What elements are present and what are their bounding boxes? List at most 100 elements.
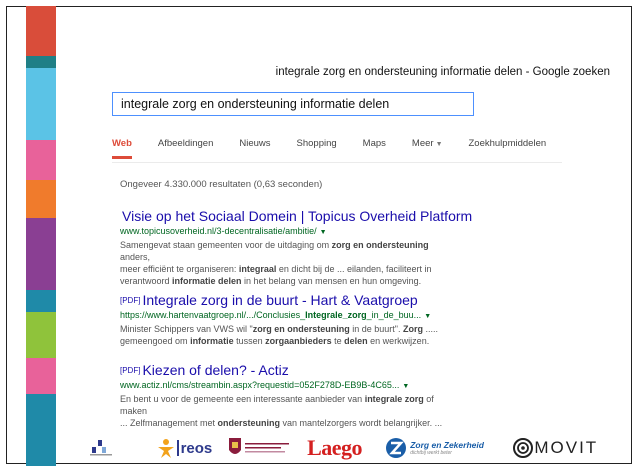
- tab-web[interactable]: Web: [112, 138, 132, 159]
- logo-reos: reos: [155, 437, 223, 459]
- snippet-text: Samengevat staan gemeenten voor de uitda…: [120, 240, 332, 250]
- zz-name: Zorg en Zekerheid: [410, 440, 484, 450]
- search-result-3: [PDF] Kiezen of delen? - Actiz www.actiz.…: [120, 362, 460, 429]
- snippet-line: meer efficiënt te organiseren: integraal…: [120, 263, 460, 275]
- snippet-text: En bent u voor de gemeente een interessa…: [120, 394, 365, 404]
- snippet-highlight: zorgaanbieders: [265, 336, 332, 346]
- tab-afbeeldingen[interactable]: Afbeeldingen: [158, 138, 213, 156]
- color-stripe: [26, 130, 56, 140]
- tab-shopping[interactable]: Shopping: [297, 138, 337, 156]
- snippet-highlight: zorg en ondersteuning: [331, 240, 429, 250]
- movit-name: MOVIT: [534, 438, 599, 457]
- result-count: Ongeveer 4.330.000 resultaten (0,63 seco…: [120, 179, 323, 190]
- search-input[interactable]: [113, 93, 473, 115]
- result-title-link[interactable]: [PDF] Kiezen of delen? - Actiz: [120, 362, 460, 379]
- result-url: www.topicusoverheid.nl/3-decentralisatie…: [120, 225, 460, 239]
- snippet-text: ... Zelfmanagement met: [120, 418, 218, 428]
- color-stripe: [26, 68, 56, 130]
- color-stripe: [26, 290, 56, 312]
- snippet-text: Minister Schippers van VWS wil ": [120, 324, 253, 334]
- result-url-text: https://www.hartenvaatgroep.nl/.../Concl…: [120, 310, 306, 320]
- result-url: https://www.hartenvaatgroep.nl/.../Concl…: [120, 309, 460, 323]
- result-snippet: En bent u voor de gemeente een interessa…: [120, 393, 460, 429]
- snippet-line: Minister Schippers van VWS wil "zorg en …: [120, 323, 460, 335]
- tab-meer[interactable]: Meer ▼: [412, 138, 443, 156]
- url-dropdown-icon[interactable]: ▼: [320, 229, 327, 236]
- reos-name: reos: [180, 439, 213, 457]
- logo-movit: MOVIT: [512, 437, 610, 459]
- search-box[interactable]: [112, 92, 474, 116]
- result-url-text: www.actiz.nl/cms/streambin.aspx?requesti…: [120, 380, 400, 390]
- snippet-line: gemeengoed om informatie tussen zorgaanb…: [120, 335, 460, 347]
- result-title-link[interactable]: [PDF] Integrale zorg in de buurt - Hart &…: [120, 292, 460, 309]
- snippet-text: en dicht bij de ... eilanden, faciliteer…: [276, 264, 432, 274]
- building-icon: [90, 440, 112, 456]
- snippet-line: En bent u voor de gemeente een interessa…: [120, 393, 460, 417]
- reos-bar: [176, 440, 179, 456]
- tab-maps[interactable]: Maps: [363, 138, 386, 156]
- tab-meer-label: Meer: [411, 138, 434, 149]
- result-url-bold: Integrale_zorg: [305, 310, 367, 320]
- snippet-highlight: integrale zorg: [364, 394, 424, 404]
- snippet-highlight: informatie: [190, 336, 234, 346]
- search-result-2: [PDF] Integrale zorg in de buurt - Hart &…: [120, 292, 460, 347]
- shield-logo-icon: [228, 438, 289, 454]
- pdf-badge: [PDF]: [120, 366, 141, 375]
- result-url: www.actiz.nl/cms/streambin.aspx?requesti…: [120, 379, 460, 393]
- snippet-text: anders,: [120, 252, 151, 262]
- snippet-highlight: informatie delen: [172, 276, 242, 286]
- result-title-link[interactable]: Visie op het Sociaal Domein | Topicus Ov…: [120, 208, 472, 225]
- snippet-highlight: Zorg: [402, 324, 423, 334]
- snippet-text: tussen: [233, 336, 266, 346]
- result-snippet: Minister Schippers van VWS wil "zorg en …: [120, 323, 460, 347]
- logo-3: [227, 436, 303, 460]
- snippet-text: te: [331, 336, 345, 346]
- result-url-text: www.topicusoverheid.nl/3-decentralisatie…: [120, 226, 317, 236]
- url-dropdown-icon[interactable]: ▼: [424, 313, 431, 320]
- logo-laego: Laego: [307, 435, 383, 461]
- snippet-text: verantwoord: [120, 276, 173, 286]
- color-stripes: [26, 6, 56, 466]
- snippet-text: van mantelzorgers wordt belangrijker. ..…: [280, 418, 443, 428]
- result-snippet: Samengevat staan gemeenten voor de uitda…: [120, 239, 460, 287]
- snippet-line: Samengevat staan gemeenten voor de uitda…: [120, 239, 460, 263]
- snippet-line: verantwoord informatie delen in het bela…: [120, 275, 460, 287]
- color-stripe: [26, 312, 56, 358]
- color-stripe: [26, 140, 56, 180]
- snippet-highlight: delen: [344, 336, 368, 346]
- logo-zorg-en-zekerheid: Zorg en Zekerheid dichtbij werkt beter: [385, 437, 504, 459]
- search-result-1: Visie op het Sociaal Domein | Topicus Ov…: [120, 208, 472, 287]
- color-stripe: [26, 394, 56, 466]
- tab-zoekhulpmiddelen[interactable]: Zoekhulpmiddelen: [469, 138, 547, 156]
- snippet-text: in de buurt".: [349, 324, 403, 334]
- color-stripe: [26, 218, 56, 290]
- tab-nieuws[interactable]: Nieuws: [239, 138, 270, 156]
- snippet-highlight: ondersteuning: [217, 418, 281, 428]
- search-tabs: Web Afbeeldingen Nieuws Shopping Maps Me…: [112, 138, 562, 163]
- snippet-text: in het belang van mensen en hun omgeving…: [241, 276, 422, 286]
- color-stripe: [26, 180, 56, 218]
- color-stripe: [26, 56, 56, 68]
- page-title: integrale zorg en ondersteuning informat…: [275, 66, 610, 78]
- zz-tagline: dichtbij werkt beter: [410, 450, 452, 456]
- zz-text-group: Zorg en Zekerheid dichtbij werkt beter: [410, 440, 484, 456]
- color-stripe: [26, 6, 56, 56]
- color-stripe: [26, 358, 56, 394]
- snippet-text: meer efficiënt te organiseren:: [120, 264, 239, 274]
- logo-1: [90, 438, 149, 458]
- snippet-text: .....: [422, 324, 438, 334]
- result-url-tail: _in_de_buu...: [366, 310, 422, 320]
- laego-name: Laego: [307, 435, 363, 460]
- z-mark-icon: [386, 438, 407, 458]
- snippet-line: ... Zelfmanagement met ondersteuning van…: [120, 417, 460, 429]
- result-title-text: Integrale zorg in de buurt - Hart & Vaat…: [142, 292, 418, 308]
- url-dropdown-icon[interactable]: ▼: [402, 383, 409, 390]
- snippet-highlight: integraal: [238, 264, 277, 274]
- pdf-badge: [PDF]: [120, 296, 141, 305]
- snippet-text: gemeengoed om: [120, 336, 191, 346]
- chevron-down-icon: ▼: [435, 141, 443, 148]
- result-title-text: Kiezen of delen? - Actiz: [142, 362, 289, 378]
- star-person-icon: [157, 439, 174, 458]
- result-title-text: Visie op het Sociaal Domein | Topicus Ov…: [122, 208, 473, 224]
- spiral-icon: [513, 438, 534, 458]
